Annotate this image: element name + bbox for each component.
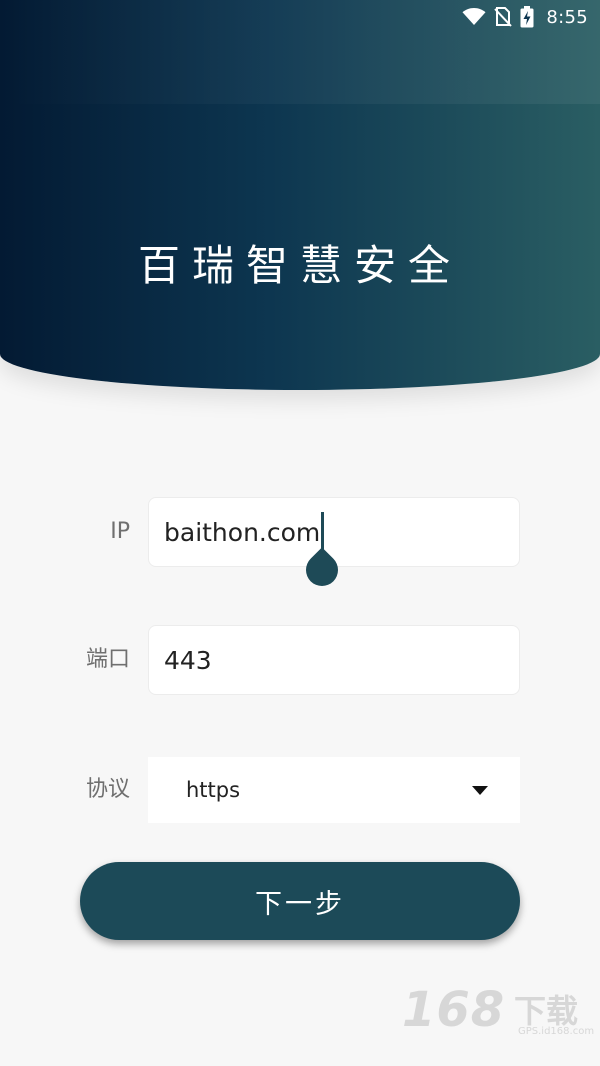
watermark-main: 168 (402, 982, 506, 1038)
ip-label: IP (110, 519, 130, 544)
app-title: 百瑞智慧安全 (137, 241, 462, 290)
protocol-row: 协议 https (0, 757, 600, 827)
port-input[interactable]: 443 (148, 625, 520, 695)
ip-input-value: baithon.com (164, 517, 321, 547)
ip-row: IP baithon.com (0, 497, 600, 593)
screen: 8:55 百瑞智慧安全 IP baithon.com 端口 443 协议 htt… (0, 0, 600, 1066)
dropdown-arrow-icon (472, 786, 488, 795)
header-banner: 8:55 百瑞智慧安全 (0, 0, 600, 390)
ip-input[interactable]: baithon.com (148, 497, 520, 593)
status-time: 8:55 (546, 6, 588, 28)
next-step-button[interactable]: 下一步 (80, 862, 520, 940)
status-bar: 8:55 (0, 0, 600, 34)
watermark-logo: 168 下载 GPS.id168.com (402, 982, 595, 1042)
protocol-select[interactable]: https (148, 757, 520, 823)
cursor-handle-icon[interactable] (299, 547, 345, 593)
port-label: 端口 (85, 647, 130, 672)
port-row: 端口 443 (0, 625, 600, 695)
battery-charging-icon (520, 6, 534, 28)
text-cursor[interactable] (299, 512, 345, 593)
no-sim-icon (494, 7, 513, 27)
watermark-small: GPS.id168.com (518, 1026, 595, 1037)
caret (321, 512, 325, 552)
protocol-label: 协议 (85, 777, 130, 802)
protocol-selected-value: https (186, 778, 241, 802)
wifi-icon (462, 8, 486, 26)
port-input-value: 443 (164, 645, 212, 675)
